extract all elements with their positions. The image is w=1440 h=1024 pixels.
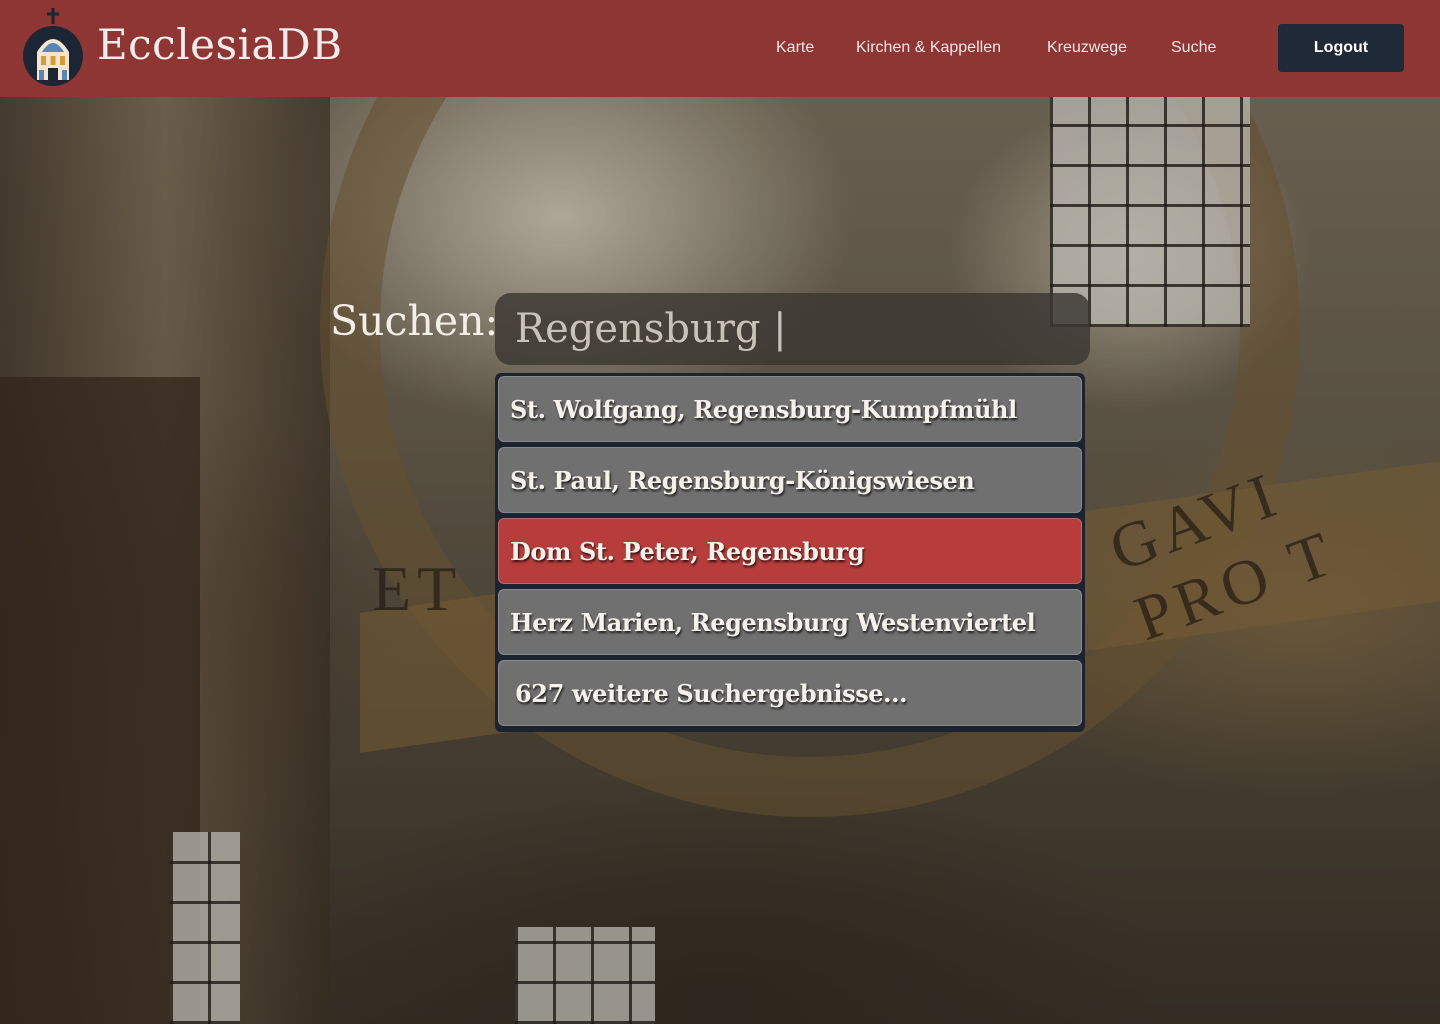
search-result-item[interactable]: St. Wolfgang, Regensburg-Kumpfmühl [498,376,1082,442]
search-result-item[interactable]: St. Paul, Regensburg-Königswiesen [498,447,1082,513]
search-result-label: St. Paul, Regensburg-Königswiesen [510,465,975,495]
nav-kirchen-kappellen[interactable]: Kirchen & Kappellen [856,39,1001,57]
search-result-label: St. Wolfgang, Regensburg-Kumpfmühl [510,394,1017,424]
brand-name[interactable]: EcclesiaDB [97,20,343,69]
nav-kreuzwege[interactable]: Kreuzwege [1047,39,1127,57]
top-navbar: EcclesiaDB Karte Kirchen & Kappellen Kre… [0,0,1440,97]
more-results-label: 627 weitere Suchergebnisse... [515,678,908,708]
logout-button[interactable]: Logout [1278,24,1404,72]
search-input[interactable] [515,306,1090,352]
search-box[interactable] [495,293,1090,365]
search-result-item[interactable]: Herz Marien, Regensburg Westenviertel [498,589,1082,655]
search-results-dropdown: St. Wolfgang, Regensburg-Kumpfmühl St. P… [495,373,1085,732]
search-result-label: Dom St. Peter, Regensburg [510,536,865,566]
nav-karte[interactable]: Karte [776,39,814,57]
search-result-item-selected[interactable]: Dom St. Peter, Regensburg [498,518,1082,584]
church-icon[interactable] [22,8,84,86]
search-result-label: Herz Marien, Regensburg Westenviertel [510,607,1036,637]
more-results-item[interactable]: 627 weitere Suchergebnisse... [498,660,1082,726]
search-label: Suchen: [330,297,499,345]
nav-suche[interactable]: Suche [1171,39,1216,57]
